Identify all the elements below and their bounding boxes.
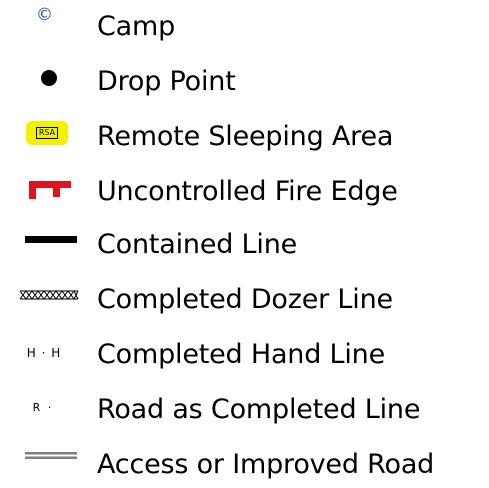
- road-as-completed-line-icon: R ·: [32, 400, 54, 414]
- uncontrolled-fire-edge-icon: [29, 181, 71, 199]
- legend-label-drop-point: Drop Point: [97, 66, 236, 97]
- legend-item-remote-sleeping-area: RSA Remote Sleeping Area: [0, 117, 489, 157]
- legend-label-camp: Camp: [97, 11, 176, 42]
- completed-dozer-line-symbol: [14, 280, 84, 320]
- legend-item-contained-line: Contained Line: [0, 225, 489, 265]
- legend-label-road-as-completed-line: Road as Completed Line: [97, 394, 421, 425]
- legend-item-access-or-improved-road: Access or Improved Road: [0, 445, 489, 485]
- legend-label-access-or-improved-road: Access or Improved Road: [97, 449, 435, 480]
- drop-point-icon: [41, 70, 57, 86]
- completed-dozer-line-icon: [19, 290, 79, 300]
- legend-label-remote-sleeping-area: Remote Sleeping Area: [97, 121, 394, 152]
- remote-sleeping-area-symbol: RSA: [14, 117, 84, 157]
- legend-item-completed-hand-line: H · H Completed Hand Line: [0, 335, 489, 375]
- map-legend: © Camp Drop Point RSA Remote Sleeping Ar…: [0, 0, 489, 488]
- drop-point-symbol: [14, 62, 84, 102]
- remote-sleeping-area-icon: RSA: [26, 121, 68, 145]
- legend-item-road-as-completed-line: R · Road as Completed Line: [0, 390, 489, 430]
- legend-item-uncontrolled-fire-edge: Uncontrolled Fire Edge: [0, 172, 489, 212]
- legend-item-camp: © Camp: [0, 5, 489, 47]
- contained-line-icon: [25, 236, 77, 243]
- legend-label-contained-line: Contained Line: [97, 229, 298, 260]
- access-or-improved-road-icon: [25, 452, 77, 459]
- contained-line-symbol: [14, 225, 84, 265]
- legend-label-completed-hand-line: Completed Hand Line: [97, 339, 385, 370]
- camp-icon: ©: [36, 5, 53, 25]
- road-as-completed-line-symbol: R ·: [14, 390, 84, 430]
- completed-hand-line-symbol: H · H: [14, 335, 84, 375]
- legend-item-drop-point: Drop Point: [0, 62, 489, 102]
- uncontrolled-fire-edge-symbol: [14, 172, 84, 212]
- access-or-improved-road-symbol: [14, 445, 84, 485]
- rsa-badge: RSA: [35, 127, 59, 139]
- legend-item-completed-dozer-line: Completed Dozer Line: [0, 280, 489, 320]
- completed-hand-line-icon: H · H: [26, 346, 62, 360]
- legend-label-completed-dozer-line: Completed Dozer Line: [97, 284, 393, 315]
- legend-label-uncontrolled-fire-edge: Uncontrolled Fire Edge: [97, 176, 398, 207]
